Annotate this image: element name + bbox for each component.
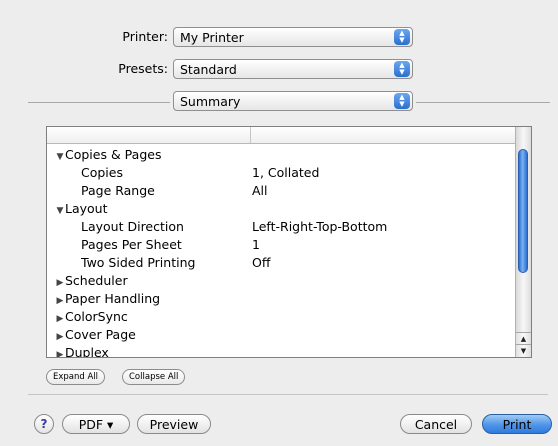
presets-row: Presets: Standard ▲ ▼ (0, 58, 558, 82)
list-header (47, 127, 515, 144)
help-button[interactable]: ? (34, 414, 54, 434)
list-item-name: Copies (81, 165, 123, 180)
list-item-value: Off (252, 255, 271, 270)
list-item-value: All (252, 183, 268, 198)
list-item[interactable]: ▶ Cover Page (47, 326, 515, 344)
divider-right (416, 102, 550, 103)
list-item[interactable]: ▶ ColorSync (47, 308, 515, 326)
up-down-arrows-icon: ▲ ▼ (394, 93, 410, 109)
cancel-button[interactable]: Cancel (400, 414, 472, 434)
up-down-arrows-icon: ▲ ▼ (394, 29, 410, 45)
list-item-name: Layout Direction (81, 219, 184, 234)
print-button[interactable]: Print (482, 414, 552, 434)
footer-separator (28, 394, 548, 395)
list-item-name: Duplex (65, 345, 109, 358)
presets-value: Standard (180, 62, 237, 77)
list-item-name: Two Sided Printing (81, 255, 196, 270)
printer-popup[interactable]: My Printer ▲ ▼ (173, 27, 413, 47)
list-item-name: Cover Page (65, 327, 136, 342)
list-item[interactable]: ▶ Duplex (47, 344, 515, 358)
printer-label: Printer: (122, 29, 168, 44)
expand-all-button[interactable]: Expand All (46, 369, 106, 385)
list-item-name: Scheduler (65, 273, 128, 288)
panel-selector-value: Summary (180, 94, 241, 109)
list-item[interactable]: Pages Per Sheet 1 (47, 236, 515, 254)
summary-list[interactable]: ▼ Copies & Pages Copies 1, Collated Page … (46, 126, 532, 358)
panel-selector-row: Summary ▲ ▼ (0, 90, 558, 114)
presets-popup[interactable]: Standard ▲ ▼ (173, 59, 413, 79)
list-item[interactable]: ▶ Scheduler (47, 272, 515, 290)
list-item[interactable]: Copies 1, Collated (47, 164, 515, 182)
divider-left (28, 102, 170, 103)
list-item-value: Left-Right-Top-Bottom (252, 219, 388, 234)
list-item[interactable]: Page Range All (47, 182, 515, 200)
panel-selector-popup[interactable]: Summary ▲ ▼ (173, 91, 413, 111)
list-item-name: Page Range (81, 183, 155, 198)
list-item-name: Copies & Pages (65, 147, 162, 162)
list-item[interactable]: ▼ Layout (47, 200, 515, 218)
summary-list-body: ▼ Copies & Pages Copies 1, Collated Page … (47, 144, 515, 357)
disclosure-collapsed-icon[interactable]: ▶ (55, 346, 65, 357)
scroll-thumb[interactable] (518, 149, 528, 273)
list-item[interactable]: Two Sided Printing Off (47, 254, 515, 272)
list-item-name: Paper Handling (65, 291, 161, 306)
list-item-name: Pages Per Sheet (81, 237, 182, 252)
presets-label: Presets: (118, 61, 168, 76)
vertical-scrollbar[interactable]: ▲ ▼ (515, 127, 531, 357)
list-item[interactable]: ▼ Copies & Pages (47, 146, 515, 164)
printer-value: My Printer (180, 30, 244, 45)
pdf-button[interactable]: PDF ▾ (62, 414, 130, 434)
scroll-down-icon[interactable]: ▼ (516, 344, 531, 357)
list-item[interactable]: Layout Direction Left-Right-Top-Bottom (47, 218, 515, 236)
collapse-all-button[interactable]: Collapse All (122, 369, 186, 385)
printer-row: Printer: My Printer ▲ ▼ (0, 26, 558, 50)
list-item-name: ColorSync (65, 309, 128, 324)
preview-button[interactable]: Preview (137, 414, 211, 434)
column-divider[interactable] (250, 127, 251, 143)
list-item[interactable]: ▶ Paper Handling (47, 290, 515, 308)
list-item-value: 1, Collated (252, 165, 320, 180)
list-item-name: Layout (65, 201, 108, 216)
up-down-arrows-icon: ▲ ▼ (394, 61, 410, 77)
print-dialog: Printer: My Printer ▲ ▼ Presets: Standard… (0, 0, 558, 446)
list-item-value: 1 (252, 237, 260, 252)
